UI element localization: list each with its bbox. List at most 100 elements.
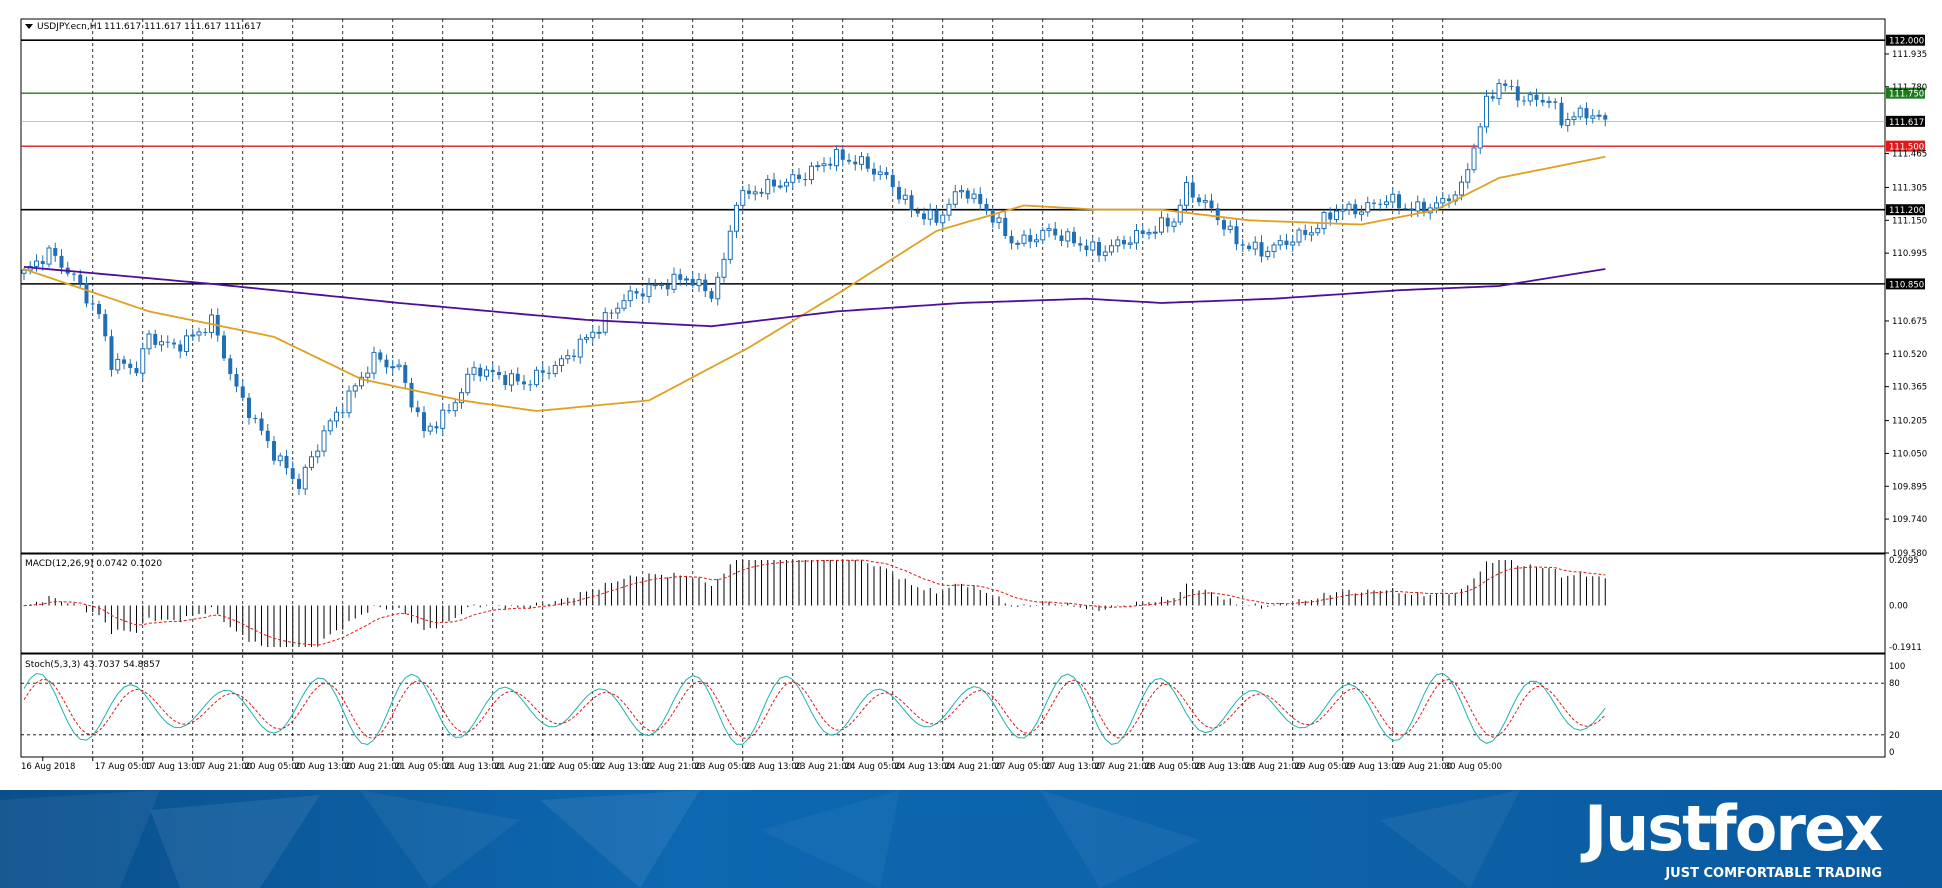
brand-banner: Justforex JUST COMFORTABLE TRADING (0, 790, 1942, 888)
time-tick-label: 23 Aug 21:00 (795, 762, 852, 772)
candle-body-up (621, 300, 627, 309)
price-tick-label: 111.150 (1892, 216, 1927, 226)
candle-body-up (590, 331, 596, 339)
candle-body-down (265, 430, 270, 442)
candle-body-down (547, 372, 551, 374)
candle-body-up (509, 373, 514, 386)
candle-body-down (234, 373, 239, 387)
time-tick-label: 17 Aug 05:00 (95, 762, 152, 772)
brand-tagline: JUST COMFORTABLE TRADING (1665, 866, 1882, 881)
candle-body-down (1509, 85, 1514, 87)
candle-body-up (1390, 193, 1396, 203)
candle-body-down (1190, 182, 1195, 198)
macd-tick-label: 0.2095 (1889, 556, 1919, 566)
candle-body-down (640, 293, 645, 297)
candle-body-up (559, 358, 564, 367)
candle-body-up (1159, 217, 1164, 233)
candle-body-down (1540, 99, 1545, 103)
candle-body-down (503, 375, 508, 386)
candle-body-up (1152, 231, 1158, 234)
main-pane-frame (20, 18, 1886, 554)
candle-body-down (240, 386, 245, 398)
candle-body-up (352, 385, 358, 392)
candle-body-down (540, 370, 545, 373)
candle-body-up (1090, 241, 1096, 251)
candle-body-up (396, 364, 402, 368)
candle-body-up (815, 165, 821, 168)
candle-body-up (1484, 95, 1489, 128)
candle-body-down (1234, 226, 1239, 245)
candle-body-up (1577, 107, 1583, 118)
macd-tick-label: -0.1911 (1889, 643, 1922, 653)
candle-body-down (1240, 244, 1245, 246)
candle-body-up (371, 351, 377, 374)
candle-body-up (534, 369, 539, 386)
candle-body-down (1215, 208, 1220, 221)
candle-body-down (290, 468, 295, 479)
candle-body-down (378, 352, 383, 360)
candle-body-down (1165, 217, 1170, 227)
candle-body-down (797, 174, 801, 180)
candle-body-down (522, 381, 526, 385)
candle-body-down (247, 397, 251, 419)
time-tick-label: 29 Aug 13:00 (1345, 762, 1402, 772)
candle-body-up (1546, 100, 1552, 103)
candle-body-down (709, 291, 714, 299)
candle-body-down (1028, 235, 1033, 242)
candle-body-up (734, 204, 739, 232)
time-tick-label: 28 Aug 13:00 (1195, 762, 1252, 772)
candle-body-up (1015, 242, 1021, 245)
candle-body-up (765, 179, 771, 195)
candle-body-down (384, 359, 389, 368)
candle-body-down (609, 312, 614, 314)
candle-body-down (1503, 83, 1508, 86)
candle-body-down (447, 410, 451, 412)
candle-body-down (665, 284, 670, 290)
candle-body-up (1527, 94, 1533, 102)
candle-body-down (109, 336, 114, 370)
candle-body-down (1284, 240, 1289, 245)
candle-body-up (1146, 232, 1152, 235)
candle-body-down (890, 175, 895, 188)
candle-body-up (902, 194, 908, 200)
price-tick-label: 110.205 (1892, 417, 1927, 427)
candle-body-up (1296, 229, 1302, 243)
candle-body-down (747, 190, 751, 194)
candle-body-down (1303, 230, 1308, 235)
time-tick-label: 24 Aug 21:00 (945, 762, 1002, 772)
time-tick-label: 22 Aug 13:00 (595, 762, 652, 772)
candle-body-down (403, 365, 408, 383)
candle-body-up (877, 171, 883, 176)
candle-body-up (159, 341, 164, 346)
candle-body-down (422, 412, 426, 432)
candle-body-up (959, 190, 964, 193)
candle-body-up (752, 191, 758, 195)
candle-body-down (1122, 239, 1126, 245)
candle-body-down (134, 367, 139, 374)
time-tick-label: 20 Aug 21:00 (345, 762, 402, 772)
candle-body-down (172, 342, 176, 345)
time-tick-label: 27 Aug 13:00 (1045, 762, 1102, 772)
candle-body-up (809, 165, 814, 181)
price-chart[interactable]: 112.000 111.750 111.500 111.200 110.850 111.6… (0, 0, 1942, 790)
candle-body-up (1109, 245, 1114, 253)
candle-body-up (552, 365, 558, 375)
candle-body-down (203, 331, 208, 333)
candle-body-down (40, 261, 45, 265)
chart-canvas[interactable]: 112.000111.750111.500111.200110.850111.6… (0, 0, 1942, 790)
candle-body-up (1177, 204, 1183, 223)
symbol-label: USDJPY.ecn,H1 (37, 22, 102, 32)
candle-body-down (490, 369, 495, 373)
candle-body-up (346, 390, 352, 414)
candle-body-up (184, 335, 189, 352)
time-tick-label: 24 Aug 05:00 (845, 762, 902, 772)
candle-body-down (828, 163, 833, 166)
candle-body-down (228, 358, 233, 374)
candle-body-up (1184, 182, 1189, 206)
candle-body-down (78, 274, 83, 284)
candle-body-down (1140, 230, 1145, 234)
candle-body-down (1053, 228, 1058, 236)
candle-body-up (1477, 126, 1483, 149)
candle-body-up (46, 247, 52, 265)
time-axis: 16 Aug 2018 17 Aug 05:0017 Aug 13:0017 Au… (21, 757, 1502, 772)
